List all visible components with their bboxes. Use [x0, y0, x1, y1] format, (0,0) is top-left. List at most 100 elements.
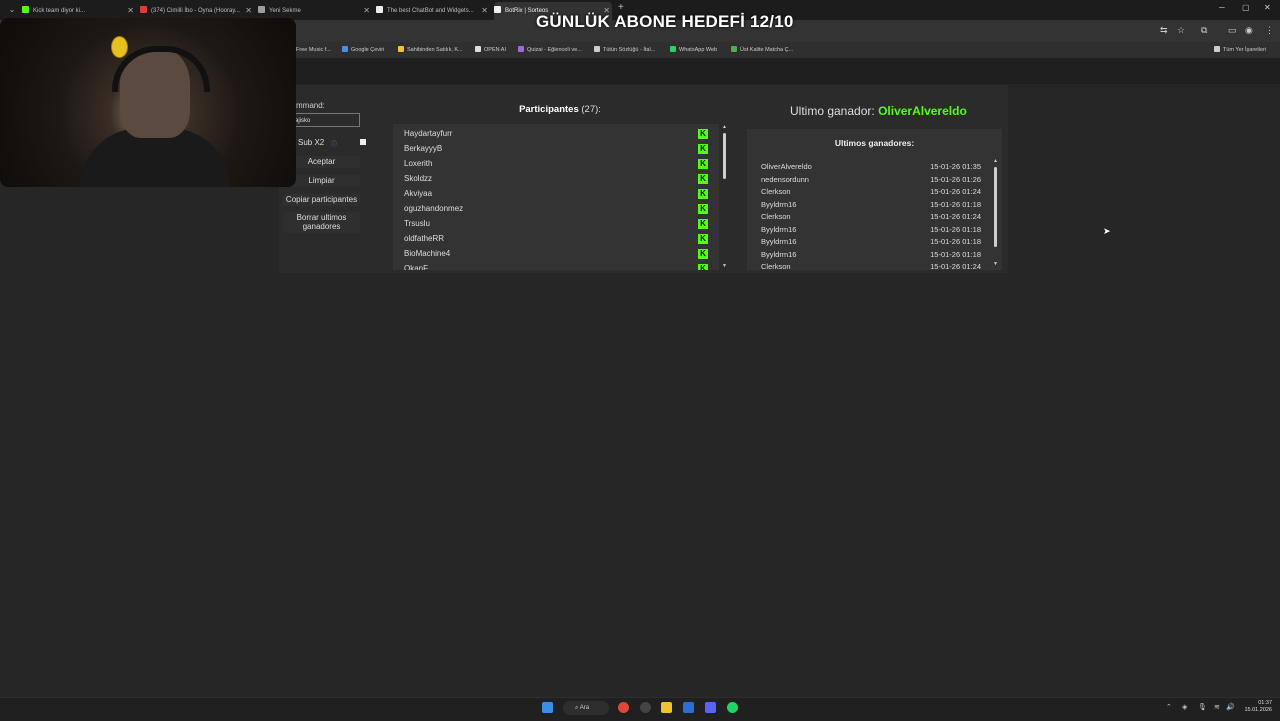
volume-icon[interactable]: 🔊	[1226, 703, 1235, 711]
winners-list[interactable]: Ultimos ganadores: OliverAlvereldo 15-01-…	[747, 129, 1002, 270]
chrome-icon[interactable]	[618, 702, 629, 713]
participants-scrollbar[interactable]: ▲ ▼	[721, 124, 728, 270]
bookmark-favicon-icon	[518, 46, 524, 52]
tab-close-icon[interactable]: ✕	[481, 2, 488, 20]
tab-search-chevron-icon[interactable]: ⌄	[6, 4, 18, 16]
translate-icon[interactable]: ⇆	[1160, 25, 1168, 36]
last-winner-label: Ultimo ganador:	[790, 104, 875, 118]
winner-name: Clerkson	[761, 212, 791, 221]
sidebar-icon[interactable]: ▭	[1228, 25, 1237, 36]
bookmark-item[interactable]: OPEN AI	[475, 44, 506, 56]
winner-name: Clerkson	[761, 187, 791, 196]
kick-icon: K	[698, 264, 708, 270]
tab-label: Yeni Sekme	[269, 8, 301, 14]
discord-icon[interactable]	[705, 702, 716, 713]
bookmark-item[interactable]: Sahibinden Satılık, K...	[398, 44, 463, 56]
clock-time: 01:37	[1258, 700, 1272, 706]
tray-app-icon[interactable]: ◈	[1182, 703, 1187, 711]
bookmark-favicon-icon	[670, 46, 676, 52]
participant-name: Skoldzz	[404, 174, 433, 183]
winner-name: Byyldrm16	[761, 237, 797, 246]
clock-date: 15.01.2026	[1244, 707, 1272, 713]
close-window-icon[interactable]: ✕	[1264, 3, 1271, 12]
mouse-cursor-icon: ➤	[1103, 226, 1111, 236]
subscriber-goal-title: GÜNLÜK ABONE HEDEFİ 12/10	[536, 12, 794, 31]
tab-label: The best ChatBot and Widgets...	[387, 8, 474, 14]
winner-name: OliverAlvereldo	[761, 162, 812, 171]
kick-icon: K	[698, 219, 708, 229]
bookmark-item[interactable]: Tütün Sözlüğü - İtal...	[594, 44, 655, 56]
taskbar-search[interactable]: ⌕ Ara	[563, 701, 609, 715]
winner-date: 15-01-26 01:18	[930, 249, 981, 259]
bookmark-favicon-icon	[398, 46, 404, 52]
winner-row: Byyldrm16 15-01-26 01:18	[761, 225, 981, 234]
minimize-icon[interactable]: ─	[1219, 3, 1225, 12]
bookmark-item[interactable]: Google Çeviri	[342, 44, 384, 56]
winner-name: Byyldrm16	[761, 224, 797, 234]
store-icon[interactable]	[683, 702, 694, 713]
tab-label: Kick team diyor ki...	[33, 8, 86, 14]
tab-4[interactable]: The best ChatBot and Widgets... ✕	[376, 2, 490, 20]
profile-avatar[interactable]: ◉	[1245, 25, 1253, 36]
bookmark-favicon-icon	[475, 46, 481, 52]
winner-date: 15-01-26 01:18	[930, 199, 981, 209]
tab-favicon-icon	[494, 6, 501, 13]
kick-icon: K	[698, 129, 708, 139]
browser-menu-icon[interactable]: ⋮	[1265, 25, 1274, 36]
winner-name: Byyldrm16	[761, 249, 797, 259]
bookmark-label: Free Music f...	[296, 47, 331, 53]
tab-label: (374) Cimilli İbo - Oyna (Hooray...	[151, 8, 240, 14]
obs-icon[interactable]	[640, 702, 651, 713]
bookmark-item[interactable]: Üst Kalite Matcha Ç...	[731, 44, 793, 56]
kick-icon: K	[698, 249, 708, 259]
bookmark-item[interactable]: Quizai - Eğlenceli ve...	[518, 44, 582, 56]
bookmark-star-icon[interactable]: ☆	[1177, 25, 1185, 36]
kick-icon: K	[698, 144, 708, 154]
tab-favicon-icon	[258, 6, 265, 13]
kick-icon: K	[698, 234, 708, 244]
participant-name: Haydartayfurr	[404, 129, 453, 138]
scroll-up-icon[interactable]: ▲	[993, 158, 998, 164]
mic-icon[interactable]: 🎙	[1198, 703, 1207, 711]
copy-participants-button[interactable]: Copiar participantes	[283, 194, 360, 206]
scroll-thumb[interactable]	[723, 133, 726, 179]
participants-list[interactable]: Haydartayfurr K BerkayyyB K Loxerith K Skoldzz…	[393, 124, 719, 270]
winner-name: Clerkson	[761, 262, 791, 270]
participant-name: oldfatheRR	[404, 234, 445, 243]
winner-name: Byyldrm16	[761, 199, 797, 209]
participants-label: Participantes	[519, 104, 579, 115]
scroll-down-icon[interactable]: ▼	[722, 263, 727, 269]
maximize-icon[interactable]: ▢	[1242, 3, 1250, 12]
bookmark-label: Google Çeviri	[351, 47, 385, 53]
extensions-icon[interactable]: ⧉	[1201, 25, 1207, 36]
participants-title: Participantes (27):	[500, 104, 620, 115]
tab-favicon-icon	[22, 6, 29, 13]
taskbar-clock[interactable]: 01:37 15.01.2026	[1238, 700, 1272, 714]
delete-winners-button[interactable]: Borrar ultimos ganadores	[283, 212, 360, 233]
tray-chevron-icon[interactable]: ⌃	[1166, 703, 1172, 711]
winners-scrollbar[interactable]: ▲ ▼	[992, 158, 1000, 270]
wifi-icon[interactable]: ≋	[1214, 703, 1220, 711]
bookmark-item[interactable]: WhatsApp Web	[670, 44, 717, 56]
windows-start-icon[interactable]	[542, 702, 553, 713]
winner-date: 15-01-26 01:24	[930, 212, 981, 221]
spotify-icon[interactable]	[727, 702, 738, 713]
scroll-up-icon[interactable]: ▲	[722, 124, 727, 130]
winner-date: 15-01-26 01:24	[930, 262, 981, 270]
tab-favicon-icon	[140, 6, 147, 13]
participant-name: Akviyaa	[404, 189, 433, 198]
search-icon: ⌕	[575, 705, 579, 711]
scroll-thumb[interactable]	[994, 167, 997, 247]
bookmark-item[interactable]: Tüm Yer İşaretleri	[1214, 44, 1266, 56]
headset-icon	[112, 46, 210, 92]
bag-icon	[111, 36, 128, 58]
winners-title: Ultimos ganadores:	[834, 138, 915, 148]
info-icon[interactable]: ⓘ	[331, 139, 337, 148]
command-input[interactable]: ajisko	[290, 113, 360, 127]
scroll-down-icon[interactable]: ▼	[993, 261, 998, 267]
webcam-overlay	[0, 18, 296, 187]
tab-close-icon[interactable]: ✕	[363, 2, 370, 20]
file-explorer-icon[interactable]	[661, 702, 672, 713]
winner-name: nedensordunn	[761, 174, 809, 184]
sub-x2-checkbox[interactable]	[360, 139, 366, 145]
